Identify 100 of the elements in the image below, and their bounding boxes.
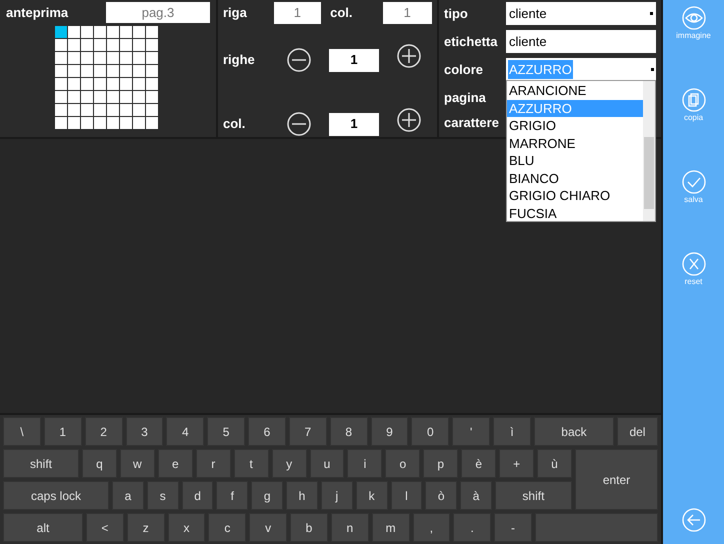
decrease-button[interactable]: [287, 112, 311, 136]
grid-cell[interactable]: [107, 39, 119, 51]
keyboard-key[interactable]: h: [286, 481, 318, 510]
decrease-button[interactable]: [287, 48, 311, 72]
grid-cell[interactable]: [133, 52, 145, 64]
grid-cell[interactable]: [81, 39, 93, 51]
keyboard-key[interactable]: l: [390, 481, 422, 510]
keyboard-key[interactable]: shift: [494, 481, 572, 510]
increase-button[interactable]: [397, 44, 421, 68]
grid-cell[interactable]: [68, 39, 80, 51]
grid-cell[interactable]: [68, 65, 80, 77]
grid-cell[interactable]: [107, 65, 119, 77]
grid-cell[interactable]: [81, 117, 93, 129]
keyboard-key[interactable]: ': [452, 417, 490, 446]
keyboard-key[interactable]: r: [196, 449, 231, 478]
color-option[interactable]: BIANCO: [507, 170, 643, 187]
grid-cell[interactable]: [146, 26, 158, 38]
grid-cell[interactable]: [81, 78, 93, 90]
grid-cell[interactable]: [120, 78, 132, 90]
keyboard-key[interactable]: ò: [425, 481, 458, 510]
keyboard-key[interactable]: a: [112, 481, 144, 510]
keyboard-key[interactable]: g: [251, 481, 284, 510]
grid-cell[interactable]: [133, 104, 145, 116]
grid-cell[interactable]: [55, 91, 67, 103]
keyboard-key[interactable]: s: [146, 481, 179, 510]
grid-cell[interactable]: [120, 26, 132, 38]
keyboard-key[interactable]: f: [216, 481, 248, 510]
keyboard-key[interactable]: 5: [207, 417, 246, 446]
grid-cell[interactable]: [81, 65, 93, 77]
grid-cell[interactable]: [81, 104, 93, 116]
keyboard-key[interactable]: ù: [537, 449, 572, 478]
keyboard-key[interactable]: o: [385, 449, 420, 478]
keyboard-key[interactable]: ,: [412, 513, 450, 542]
keyboard-key[interactable]: 8: [330, 417, 368, 446]
keyboard-key[interactable]: d: [182, 481, 214, 510]
grid-cell[interactable]: [107, 52, 119, 64]
grid-cell[interactable]: [55, 65, 67, 77]
grid-cell[interactable]: [133, 26, 145, 38]
keyboard-key[interactable]: \: [3, 417, 41, 446]
keyboard-key[interactable]: -: [494, 513, 532, 542]
keyboard-key[interactable]: v: [249, 513, 288, 542]
grid-cell[interactable]: [120, 65, 132, 77]
grid-cell[interactable]: [107, 91, 119, 103]
enter-key[interactable]: enter: [575, 449, 658, 510]
keyboard-key[interactable]: 3: [126, 417, 164, 446]
grid-cell[interactable]: [94, 26, 106, 38]
keyboard-key[interactable]: 2: [84, 417, 123, 446]
grid-cell[interactable]: [120, 52, 132, 64]
grid-cell[interactable]: [146, 39, 158, 51]
keyboard-key[interactable]: e: [158, 449, 193, 478]
grid-cell[interactable]: [120, 91, 132, 103]
grid-cell[interactable]: [146, 117, 158, 129]
grid-cell[interactable]: [133, 117, 145, 129]
stepper-field[interactable]: 1: [329, 48, 379, 72]
keyboard-key[interactable]: t: [234, 449, 269, 478]
keyboard-key[interactable]: ì: [493, 417, 531, 446]
keyboard-key[interactable]: <: [86, 513, 124, 542]
keyboard-key[interactable]: x: [168, 513, 206, 542]
grid-cell[interactable]: [68, 117, 80, 129]
grid-cell[interactable]: [55, 78, 67, 90]
keyboard-key[interactable]: del: [616, 417, 658, 446]
type-dropdown[interactable]: cliente: [506, 2, 656, 25]
keyboard-key[interactable]: .: [453, 513, 492, 542]
color-option[interactable]: GRIGIO CHIARO: [507, 187, 643, 204]
grid-cell[interactable]: [68, 26, 80, 38]
color-option[interactable]: GRIGIO: [507, 117, 643, 134]
grid-cell[interactable]: [146, 52, 158, 64]
column-field[interactable]: 1: [382, 2, 432, 24]
keyboard-key[interactable]: n: [330, 513, 369, 542]
grid-cell[interactable]: [146, 91, 158, 103]
keyboard-key[interactable]: caps lock: [3, 481, 109, 510]
grid-cell[interactable]: [94, 39, 106, 51]
label-field[interactable]: cliente: [506, 30, 656, 53]
grid-cell[interactable]: [94, 78, 106, 90]
grid-cell[interactable]: [120, 117, 132, 129]
keyboard-key[interactable]: alt: [3, 513, 83, 542]
color-option[interactable]: BLU: [507, 152, 643, 170]
keyboard-key[interactable]: +: [499, 449, 534, 478]
grid-cell[interactable]: [94, 104, 106, 116]
grid-cell[interactable]: [107, 26, 119, 38]
keyboard-key[interactable]: w: [120, 449, 155, 478]
grid-cell[interactable]: [55, 117, 67, 129]
grid-cell[interactable]: [55, 52, 67, 64]
grid-cell[interactable]: [133, 78, 145, 90]
keyboard-key[interactable]: j: [320, 481, 353, 510]
keyboard-key[interactable]: y: [272, 449, 307, 478]
page-field[interactable]: pag.3: [106, 2, 210, 23]
keyboard-key[interactable]: z: [126, 513, 165, 542]
keyboard-key[interactable]: à: [460, 481, 492, 510]
row-field[interactable]: 1: [274, 2, 322, 24]
grid-cell[interactable]: [94, 117, 106, 129]
grid-cell[interactable]: [68, 78, 80, 90]
grid-cell[interactable]: [133, 65, 145, 77]
grid-cell[interactable]: [81, 52, 93, 64]
grid-cell[interactable]: [81, 26, 93, 38]
keyboard-key[interactable]: 0: [411, 417, 450, 446]
grid-cell[interactable]: [146, 104, 158, 116]
increase-button[interactable]: [397, 108, 421, 132]
grid-cell[interactable]: [146, 78, 158, 90]
grid-cell[interactable]: [55, 104, 67, 116]
